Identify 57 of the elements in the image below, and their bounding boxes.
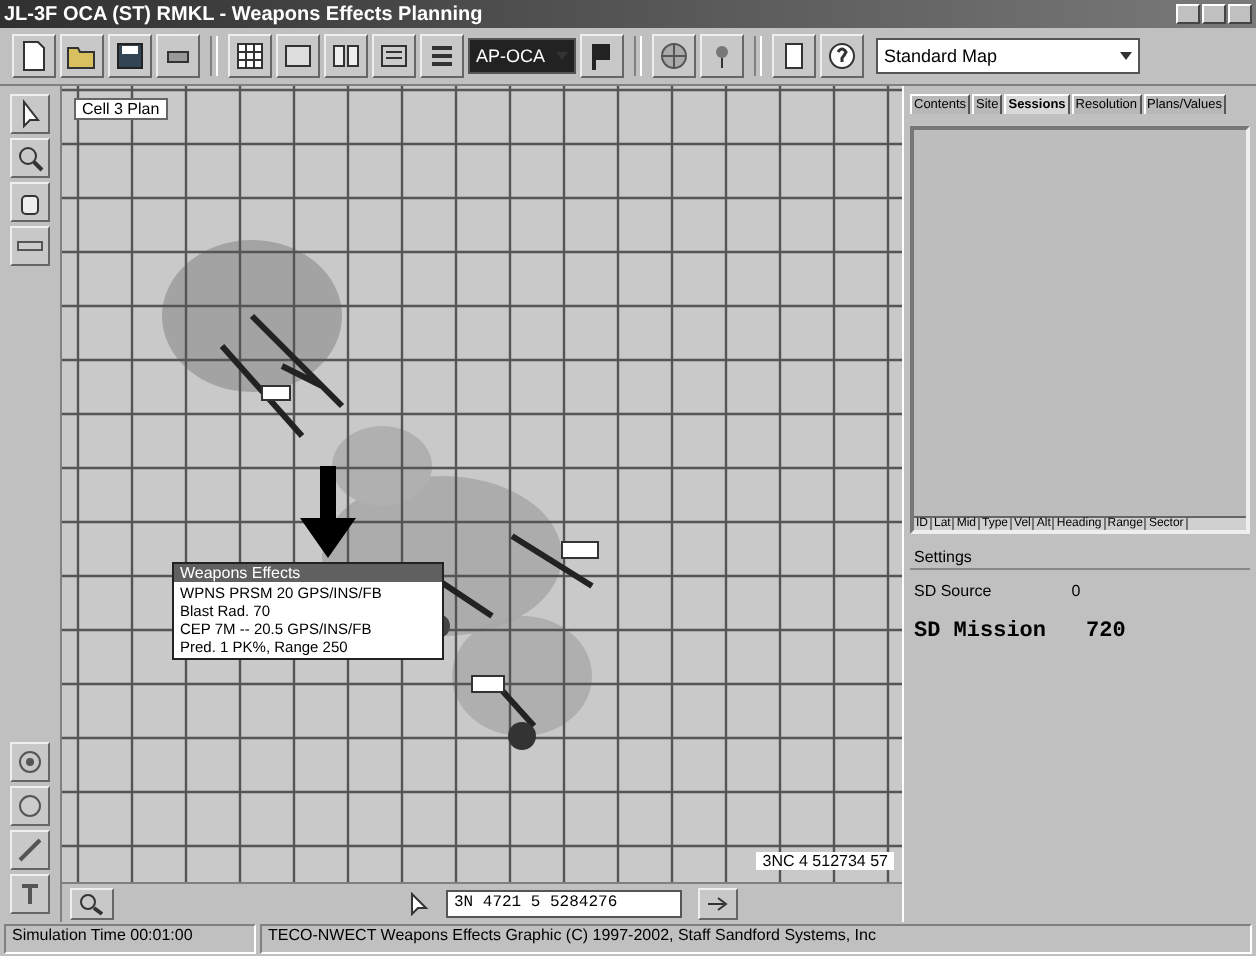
circle-icon <box>14 790 46 822</box>
tool-button[interactable] <box>10 138 50 178</box>
save-icon <box>114 40 146 72</box>
go-button[interactable] <box>698 887 738 919</box>
coordinate-field[interactable]: 3N 4721 5 5284276 <box>446 889 682 917</box>
toolbar-button[interactable] <box>108 34 152 78</box>
field-value: 0 <box>1071 582 1081 600</box>
map-label: Cell 3 Plan <box>74 98 168 120</box>
tooltip-title: Weapons Effects <box>174 564 442 582</box>
status-text: TECO-NWECT Weapons Effects Graphic (C) 1997-2002, Staff Sandford Systems, Inc <box>260 924 1252 954</box>
zoom-button[interactable] <box>70 887 114 919</box>
tool-button[interactable] <box>10 742 50 782</box>
toolbar-button[interactable] <box>580 34 624 78</box>
maximize-button[interactable] <box>1202 4 1226 24</box>
grid-icon <box>234 40 266 72</box>
field-label: SD Source <box>914 582 992 600</box>
magnifier-icon <box>14 142 46 174</box>
toolbar-button[interactable] <box>156 34 200 78</box>
down-arrow-icon <box>298 466 358 558</box>
magnifier-icon <box>78 891 106 915</box>
window-title: JL-3F OCA (ST) RMKL - Weapons Effects Planning <box>4 3 483 25</box>
map-dropdown[interactable]: Standard Map <box>876 38 1140 74</box>
tool-button[interactable] <box>10 226 50 266</box>
target-icon <box>14 746 46 778</box>
globe-icon <box>658 40 690 72</box>
field-value: 720 <box>1086 620 1126 644</box>
toolbar-button[interactable] <box>276 34 320 78</box>
toolbar-button[interactable] <box>420 34 464 78</box>
tool-button[interactable] <box>10 830 50 870</box>
scale-label: 3NC 4 512734 57 <box>756 852 894 870</box>
mode-dropdown[interactable]: AP-OCA <box>468 38 576 74</box>
section-label: Settings <box>910 546 1250 570</box>
help-icon <box>826 40 858 72</box>
toolbar-button[interactable] <box>652 34 696 78</box>
new-file-icon <box>18 40 50 72</box>
tool-button[interactable] <box>10 182 50 222</box>
pointer-icon <box>410 891 430 915</box>
layers-icon <box>378 40 410 72</box>
line-icon <box>14 834 46 866</box>
tool-button[interactable] <box>10 786 50 826</box>
field-label: SD Mission <box>914 620 1047 644</box>
toolbar-button[interactable] <box>372 34 416 78</box>
toolbar-button[interactable] <box>772 34 816 78</box>
toolbar-button[interactable] <box>228 34 272 78</box>
close-button[interactable] <box>1228 4 1252 24</box>
list-icon <box>426 40 458 72</box>
arrow-icon <box>706 893 730 913</box>
columns-icon <box>330 40 362 72</box>
minimize-button[interactable] <box>1176 4 1200 24</box>
toolbar-button[interactable] <box>60 34 104 78</box>
window-icon <box>282 40 314 72</box>
tool-button[interactable] <box>10 94 50 134</box>
status-text: Simulation Time 00:01:00 <box>4 924 256 954</box>
toolbar-button[interactable] <box>820 34 864 78</box>
toolbar-button[interactable] <box>12 34 56 78</box>
tool-button[interactable] <box>10 874 50 914</box>
toolbar-button[interactable] <box>324 34 368 78</box>
